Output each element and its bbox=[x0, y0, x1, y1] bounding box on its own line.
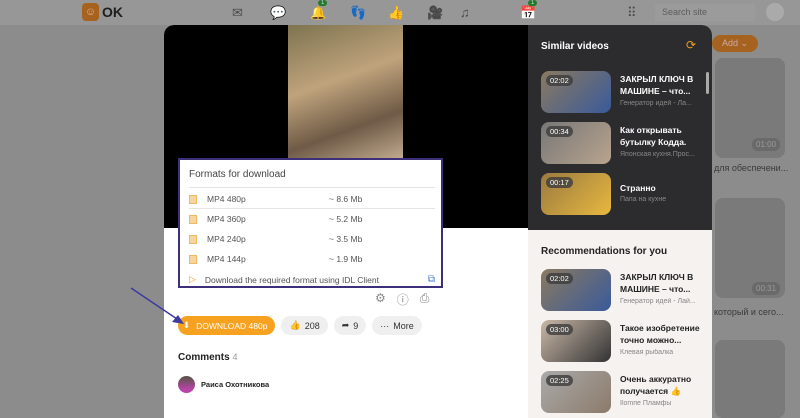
background-title: для обеспечени... bbox=[714, 163, 789, 173]
duration: 02:02 bbox=[546, 75, 573, 86]
comments-heading: Comments 4 bbox=[178, 352, 237, 363]
background-title: который и сего... bbox=[714, 307, 784, 317]
video-title: Такое изобретение точно можно... bbox=[620, 323, 700, 345]
format-option[interactable]: MP4 360p ~ 5.2 Mb bbox=[189, 209, 435, 229]
video-source: Папа на кухне bbox=[620, 196, 667, 203]
format-size: ~ 5.2 Mb bbox=[329, 214, 363, 224]
recommendations-panel: Recommendations for you 02:02 ЗАКРЫЛ КЛЮЧ… bbox=[528, 230, 712, 418]
format-name: MP4 144p bbox=[207, 254, 246, 264]
similar-videos-panel: Similar videos ⟳ 02:02 ЗАКРЫЛ КЛЮЧ В МАШИ… bbox=[528, 25, 712, 230]
client-icon[interactable]: ⎙ bbox=[420, 291, 430, 308]
duration: 00:34 bbox=[546, 126, 573, 137]
search-input[interactable]: Search site bbox=[655, 4, 755, 21]
format-option[interactable]: MP4 144p ~ 1.9 Mb bbox=[189, 249, 435, 269]
background-duration: 00:31 bbox=[752, 282, 781, 295]
video-title: Очень аккуратно получается 👍 bbox=[620, 374, 692, 396]
video-source: Ilоmпе Пламфы bbox=[620, 400, 672, 407]
duration: 02:02 bbox=[546, 273, 573, 284]
more-button[interactable]: ··· More bbox=[372, 316, 422, 335]
calendar-icon[interactable]: 📅 1 bbox=[520, 0, 538, 21]
discussions-icon[interactable]: 💬 bbox=[270, 5, 286, 21]
notifications-icon[interactable]: 🔔 1 bbox=[310, 0, 328, 21]
background-video-card[interactable] bbox=[715, 340, 785, 418]
video-source: Клевая рыбалка bbox=[620, 349, 674, 356]
settings-icon[interactable]: ⚙ bbox=[375, 291, 386, 308]
download-formats-popup: Formats for download MP4 480p ~ 8.6 Mb MP… bbox=[178, 158, 443, 288]
video-tools: ⚙ ⓘ ⎙ bbox=[375, 291, 429, 308]
notification-badge: 1 bbox=[318, 0, 328, 6]
pointer-arrow-icon bbox=[130, 287, 184, 324]
messages-icon[interactable]: ✉ bbox=[232, 5, 243, 21]
video-modal: Similar videos ⟳ 02:02 ЗАКРЫЛ КЛЮЧ В МАШИ… bbox=[164, 25, 712, 418]
ok-logo-icon: ☺ bbox=[82, 3, 99, 21]
video-source: Генератор идей - Лай... bbox=[620, 298, 696, 305]
ok-logo[interactable]: ☺ OK bbox=[82, 3, 123, 21]
format-option[interactable]: MP4 480p ~ 8.6 Mb bbox=[189, 189, 435, 209]
format-name: MP4 240p bbox=[207, 234, 246, 244]
duration: 03:00 bbox=[546, 324, 573, 335]
popup-title: Formats for download bbox=[189, 169, 286, 180]
avatar[interactable] bbox=[178, 376, 195, 393]
user-avatar[interactable] bbox=[766, 3, 784, 21]
similar-video-item[interactable]: 00:34 Как открывать бутылку Кодда. Японска… bbox=[541, 122, 706, 166]
external-link-icon[interactable]: ⧉ bbox=[428, 274, 435, 285]
apps-grid-icon[interactable]: ⠿ bbox=[627, 5, 637, 21]
more-icon: ··· bbox=[380, 320, 390, 331]
format-size: ~ 8.6 Mb bbox=[329, 194, 363, 204]
calendar-badge: 1 bbox=[528, 0, 538, 6]
video-title: ЗАКРЫЛ КЛЮЧ В МАШИНЕ – что... bbox=[620, 272, 694, 294]
add-button[interactable]: Add ⌄ bbox=[712, 35, 759, 52]
video-source: Японская кухня.Прос... bbox=[620, 151, 695, 158]
divider bbox=[189, 187, 435, 188]
share-icon: ➦ bbox=[341, 320, 350, 330]
share-button[interactable]: ➦ 9 bbox=[333, 316, 367, 335]
recommendation-item[interactable]: 02:02 ЗАКРЫЛ КЛЮЧ В МАШИНЕ – что... Генера… bbox=[541, 269, 706, 313]
similar-video-item[interactable]: 00:17 Странно Папа на кухне bbox=[541, 173, 706, 217]
top-bar: ☺ OK ✉ 💬 🔔 1 👣 👍 🎥 ♫ 📅 1 ⠿ Search site bbox=[0, 0, 800, 25]
download-button[interactable]: ⬇ DOWNLOAD 480p bbox=[178, 316, 276, 335]
comments-label: Comments bbox=[178, 352, 230, 363]
format-name: MP4 360p bbox=[207, 214, 246, 224]
video-title: Странно bbox=[620, 183, 656, 193]
comments-count: 4 bbox=[232, 352, 238, 362]
like-button[interactable]: 👍 208 bbox=[281, 316, 328, 335]
file-icon bbox=[189, 214, 197, 224]
recommendation-item[interactable]: 02:25 Очень аккуратно получается 👍 Ilоmпе … bbox=[541, 371, 706, 415]
file-icon bbox=[189, 254, 197, 264]
video-title: Как открывать бутылку Кодда. bbox=[620, 125, 687, 147]
autoplay-icon[interactable]: ⟳ bbox=[686, 38, 696, 52]
format-name: MP4 480p bbox=[207, 194, 246, 204]
video-icon[interactable]: 🎥 bbox=[427, 5, 443, 21]
background-duration: 01:00 bbox=[752, 138, 781, 151]
duration: 00:17 bbox=[546, 177, 573, 188]
idl-client-link[interactable]: ▷ Download the required format using IDL … bbox=[189, 274, 435, 285]
guests-icon[interactable]: 👣 bbox=[350, 5, 366, 21]
similar-video-item[interactable]: 02:02 ЗАКРЫЛ КЛЮЧ В МАШИНЕ – что... Генера… bbox=[541, 71, 706, 115]
file-icon bbox=[189, 234, 197, 244]
play-icon: ▷ bbox=[189, 274, 196, 284]
duration: 02:25 bbox=[546, 375, 573, 386]
format-size: ~ 1.9 Mb bbox=[329, 254, 363, 264]
recommendations-title: Recommendations for you bbox=[541, 246, 668, 257]
similar-videos-title: Similar videos bbox=[541, 41, 609, 52]
file-icon bbox=[189, 194, 197, 204]
video-source: Генератор идей - Ла... bbox=[620, 100, 692, 107]
music-icon[interactable]: ♫ bbox=[460, 5, 470, 20]
idl-text: Download the required format using IDL C… bbox=[204, 274, 379, 285]
video-title: ЗАКРЫЛ КЛЮЧ В МАШИНЕ – что... bbox=[620, 74, 694, 96]
comment-author-name: Раиса Охотникова bbox=[201, 380, 270, 389]
scrollbar[interactable] bbox=[706, 72, 709, 94]
thumbs-up-icon: 👍 bbox=[289, 320, 301, 330]
format-option[interactable]: MP4 240p ~ 3.5 Mb bbox=[189, 229, 435, 249]
action-bar: ⬇ DOWNLOAD 480p 👍 208 ➦ 9 ··· More bbox=[178, 316, 422, 335]
format-size: ~ 3.5 Mb bbox=[329, 234, 363, 244]
video-frame bbox=[288, 25, 403, 165]
comment-author[interactable]: Раиса Охотникова bbox=[178, 376, 269, 393]
recommendation-item[interactable]: 03:00 Такое изобретение точно можно... Кле… bbox=[541, 320, 706, 364]
help-icon[interactable]: ⓘ bbox=[397, 291, 409, 308]
likes-icon[interactable]: 👍 bbox=[388, 5, 404, 21]
